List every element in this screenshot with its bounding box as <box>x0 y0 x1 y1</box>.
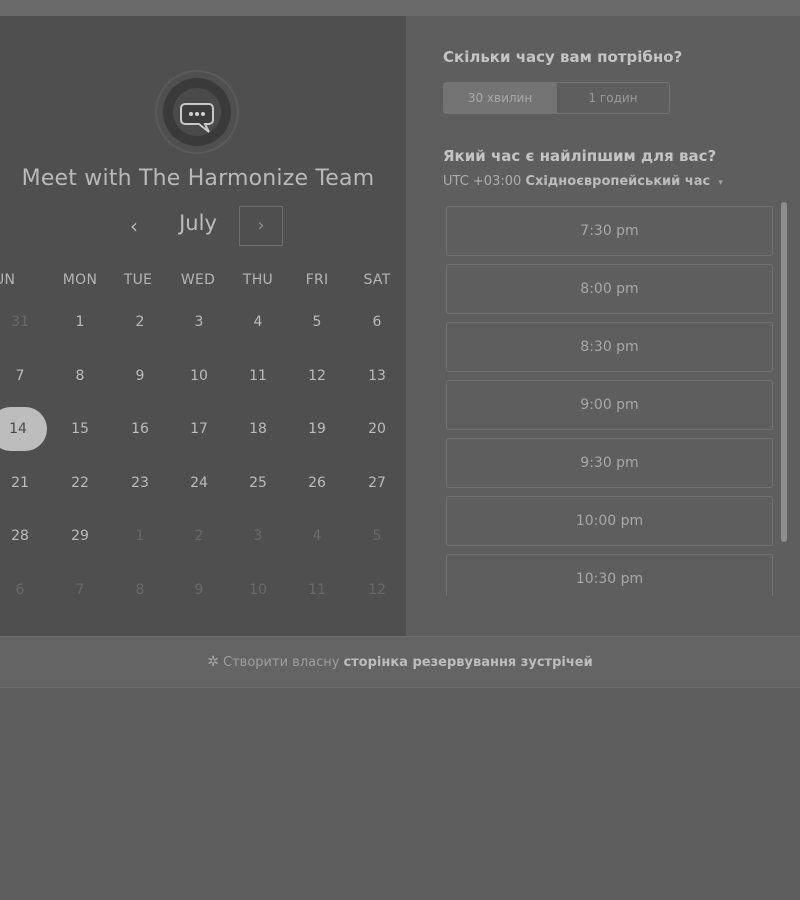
calendar-day[interactable]: 9 <box>118 354 162 398</box>
footer: ✲ Створити власну сторінка резервування … <box>0 636 800 688</box>
footer-prefix: Створити власну <box>223 654 340 670</box>
chevron-left-icon: ‹ <box>130 214 138 238</box>
calendar-day[interactable]: 3 <box>177 300 221 344</box>
time-slot-scrollbar[interactable] <box>781 202 787 542</box>
hubspot-sprocket-icon: ✲ <box>207 654 220 670</box>
time-slot-button[interactable]: 7:30 pm <box>446 206 773 256</box>
calendar-day: 11 <box>308 582 326 598</box>
timezone-offset: UTC +03:00 <box>443 174 522 189</box>
calendar-day[interactable]: 18 <box>236 407 280 451</box>
calendar-day[interactable]: 12 <box>295 354 339 398</box>
calendar-day: 3 <box>253 528 263 544</box>
time-slot-list: 7:30 pm 8:00 pm 8:30 pm 9:00 pm 9:30 pm 10:00… <box>446 206 773 596</box>
calendar-day[interactable]: 21 <box>0 461 42 505</box>
weekday-label: TUE <box>123 272 153 288</box>
calendar-day[interactable]: 7 <box>0 354 42 398</box>
calendar-day[interactable]: 26 <box>295 461 339 505</box>
calendar-day[interactable]: 20 <box>355 407 399 451</box>
calendar-day: 12 <box>368 582 386 598</box>
calendar-day[interactable]: 1 <box>58 300 102 344</box>
calendar-day: 4 <box>312 528 322 544</box>
time-slot-button[interactable]: 10:00 pm <box>446 496 773 546</box>
weekday-label: WED <box>180 272 216 288</box>
avatar <box>163 78 231 146</box>
time-slot-button[interactable]: 8:30 pm <box>446 322 773 372</box>
create-booking-page-link[interactable]: сторінка резервування зустрічей <box>343 655 592 670</box>
weekday-label: FRI <box>305 272 329 288</box>
calendar-day[interactable]: 27 <box>355 461 399 505</box>
time-slot-button[interactable]: 10:30 pm <box>446 554 773 596</box>
calendar-day[interactable]: 24 <box>177 461 221 505</box>
calendar-day: 31 <box>11 314 29 330</box>
prev-month-button[interactable]: ‹ <box>120 209 148 243</box>
time-slot-button[interactable]: 9:30 pm <box>446 438 773 488</box>
calendar-day[interactable]: 4 <box>236 300 280 344</box>
host-title: Meet with The Harmonize Team <box>21 166 375 191</box>
calendar-day[interactable]: 5 <box>295 300 339 344</box>
duration-toggle: 30 хвилин 1 годин <box>443 82 670 114</box>
calendar-day: 10 <box>249 582 267 598</box>
caret-down-icon: ▾ <box>718 178 723 188</box>
timezone-name: Східноєвропейський час <box>525 174 711 189</box>
calendar-day: 1 <box>135 528 145 544</box>
time-slot-button[interactable]: 8:00 pm <box>446 264 773 314</box>
calendar-day: 8 <box>135 582 145 598</box>
calendar-day: 9 <box>194 582 204 598</box>
duration-30-button[interactable]: 30 хвилин <box>444 83 557 113</box>
calendar-day[interactable]: 25 <box>236 461 280 505</box>
calendar-day[interactable]: 16 <box>118 407 162 451</box>
month-label: July <box>179 211 217 235</box>
calendar-day-selected[interactable]: 14 <box>0 407 47 451</box>
calendar-day[interactable]: 22 <box>58 461 102 505</box>
calendar-day[interactable]: 10 <box>177 354 221 398</box>
weekday-label: MON <box>62 272 98 288</box>
calendar-day[interactable]: 29 <box>58 514 102 558</box>
weekday-header: UN MON TUE WED THU FRI SAT <box>0 272 406 292</box>
calendar-day[interactable]: 11 <box>236 354 280 398</box>
timezone-selector[interactable]: UTC +03:00 Східноєвропейський час ▾ <box>443 174 723 189</box>
calendar-day[interactable]: 15 <box>58 407 102 451</box>
weekday-label: UN <box>0 272 16 288</box>
calendar-day[interactable]: 2 <box>118 300 162 344</box>
calendar-day[interactable]: 23 <box>118 461 162 505</box>
time-question: Який час є найліпшим для вас? <box>443 147 717 165</box>
calendar-day[interactable]: 6 <box>355 300 399 344</box>
weekday-label: SAT <box>363 272 391 288</box>
calendar-day[interactable]: 19 <box>295 407 339 451</box>
calendar-day[interactable]: 17 <box>177 407 221 451</box>
calendar-day: 6 <box>15 582 25 598</box>
duration-question: Скільки часу вам потрібно? <box>443 48 683 66</box>
calendar-day: 2 <box>194 528 204 544</box>
calendar-day[interactable]: 8 <box>58 354 102 398</box>
calendar-day[interactable]: 28 <box>0 514 42 558</box>
weekday-label: THU <box>242 272 274 288</box>
next-month-button[interactable]: › <box>239 206 283 246</box>
calendar-day[interactable]: 13 <box>355 354 399 398</box>
time-slot-button[interactable]: 9:00 pm <box>446 380 773 430</box>
calendar-day: 7 <box>75 582 85 598</box>
duration-60-button[interactable]: 1 годин <box>557 83 669 113</box>
chevron-right-icon: › <box>257 215 265 236</box>
top-strip <box>0 0 800 16</box>
chat-bubble-icon <box>173 88 221 136</box>
calendar-day: 5 <box>372 528 382 544</box>
